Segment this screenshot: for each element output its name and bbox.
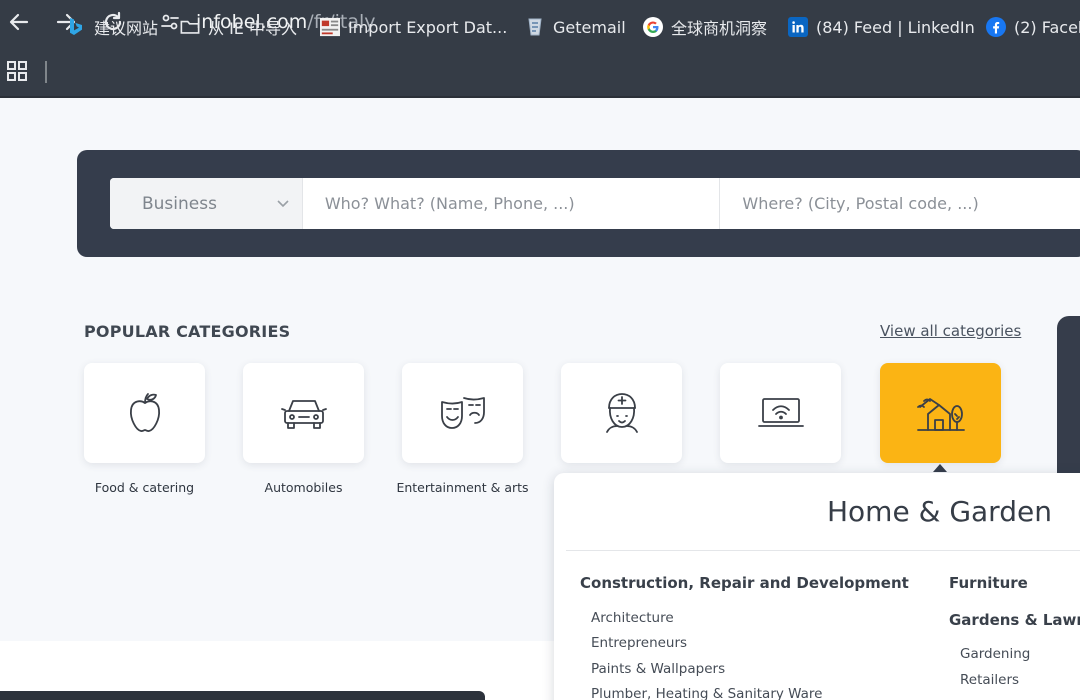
dropdown-pointer bbox=[933, 464, 947, 472]
subcategory-link[interactable]: Plumber, Heating & Sanitary Ware bbox=[591, 686, 822, 700]
view-all-categories-link[interactable]: View all categories bbox=[880, 322, 1021, 340]
chevron-down-icon bbox=[277, 200, 289, 208]
where-search-placeholder: Where? (City, Postal code, ...) bbox=[742, 194, 979, 213]
bookmark-separator bbox=[45, 61, 47, 83]
subcategory-link[interactable]: Gardening bbox=[960, 646, 1030, 662]
category-entertainment-arts[interactable] bbox=[402, 363, 523, 463]
category-label: Entertainment & arts bbox=[396, 480, 529, 495]
bookmark-import-export[interactable]: Import Export Dat... bbox=[320, 14, 507, 40]
bing-icon bbox=[66, 17, 86, 37]
nurse-icon bbox=[605, 393, 638, 433]
category-automobiles[interactable] bbox=[243, 363, 364, 463]
import-export-site-icon bbox=[320, 17, 340, 37]
back-arrow-icon[interactable] bbox=[7, 10, 31, 34]
bookmark-label: (84) Feed | LinkedIn bbox=[816, 17, 975, 37]
bookmark-label: 建议网站 bbox=[94, 19, 159, 38]
search-panel: Business Who? What? (Name, Phone, ...) W… bbox=[77, 150, 1080, 257]
category-health[interactable] bbox=[561, 363, 682, 463]
bookmark-label: Import Export Dat... bbox=[348, 17, 508, 37]
footer-edge bbox=[0, 691, 485, 700]
popular-categories-title: POPULAR CATEGORIES bbox=[84, 322, 291, 341]
facebook-icon bbox=[986, 17, 1006, 37]
subcategory-heading-construction[interactable]: Construction, Repair and Development bbox=[580, 574, 909, 592]
subcategory-heading-furniture[interactable]: Furniture bbox=[949, 574, 1028, 592]
bookmark-label: 从 IE 中导入 bbox=[208, 19, 298, 38]
subcategory-link[interactable]: Architecture bbox=[591, 610, 674, 626]
apple-icon bbox=[129, 393, 160, 432]
bookmarks-bar bbox=[0, 44, 1080, 98]
category-home-garden[interactable] bbox=[880, 363, 1001, 463]
house-garden-icon bbox=[916, 398, 965, 431]
subcategory-link[interactable]: Entrepreneurs bbox=[591, 635, 687, 651]
bookmark-global-insight[interactable]: 全球商机洞察 bbox=[643, 14, 767, 40]
search-type-select[interactable]: Business bbox=[110, 178, 303, 229]
google-icon bbox=[643, 17, 663, 37]
category-food-catering[interactable] bbox=[84, 363, 205, 463]
where-search-input[interactable]: Where? (City, Postal code, ...) bbox=[720, 178, 1080, 229]
laptop-wifi-icon bbox=[757, 398, 804, 427]
search-bar: Business Who? What? (Name, Phone, ...) W… bbox=[110, 178, 1080, 229]
bookmark-label: (2) Faceb bbox=[1014, 17, 1080, 37]
search-type-value: Business bbox=[142, 193, 217, 214]
page-body: Business Who? What? (Name, Phone, ...) W… bbox=[0, 98, 1080, 700]
bookmark-linkedin[interactable]: (84) Feed | LinkedIn bbox=[788, 14, 975, 40]
what-search-placeholder: Who? What? (Name, Phone, ...) bbox=[324, 194, 575, 213]
theater-masks-icon bbox=[440, 397, 485, 429]
what-search-input[interactable]: Who? What? (Name, Phone, ...) bbox=[303, 178, 721, 229]
car-icon bbox=[280, 400, 327, 429]
bookmark-ie-import[interactable]: 从 IE 中导入 bbox=[180, 14, 297, 40]
dropdown-title: Home & Garden bbox=[827, 495, 1052, 528]
site-settings-icon[interactable] bbox=[158, 10, 182, 34]
subcategory-heading-gardens[interactable]: Gardens & Lawns bbox=[949, 611, 1080, 629]
category-label: Food & catering bbox=[94, 480, 195, 495]
bookmark-suggested-sites[interactable]: 建议网站 bbox=[66, 14, 158, 40]
category-label: Automobiles bbox=[264, 480, 343, 495]
category-internet[interactable] bbox=[720, 363, 841, 463]
category-dropdown-panel: Home & Garden Construction, Repair and D… bbox=[554, 473, 1080, 700]
folder-icon bbox=[180, 17, 200, 37]
divider bbox=[566, 550, 1080, 551]
bookmark-facebook[interactable]: (2) Faceb bbox=[986, 14, 1080, 40]
bookmark-getemail[interactable]: Getemail bbox=[525, 14, 626, 40]
bookmark-label: 全球商机洞察 bbox=[671, 19, 768, 38]
bookmark-label: Getemail bbox=[553, 17, 626, 37]
apps-grid-icon[interactable] bbox=[6, 60, 28, 82]
subcategory-link[interactable]: Paints & Wallpapers bbox=[591, 661, 725, 677]
linkedin-icon bbox=[788, 17, 808, 37]
getemail-site-icon bbox=[525, 17, 545, 37]
subcategory-link[interactable]: Retailers bbox=[960, 672, 1019, 688]
